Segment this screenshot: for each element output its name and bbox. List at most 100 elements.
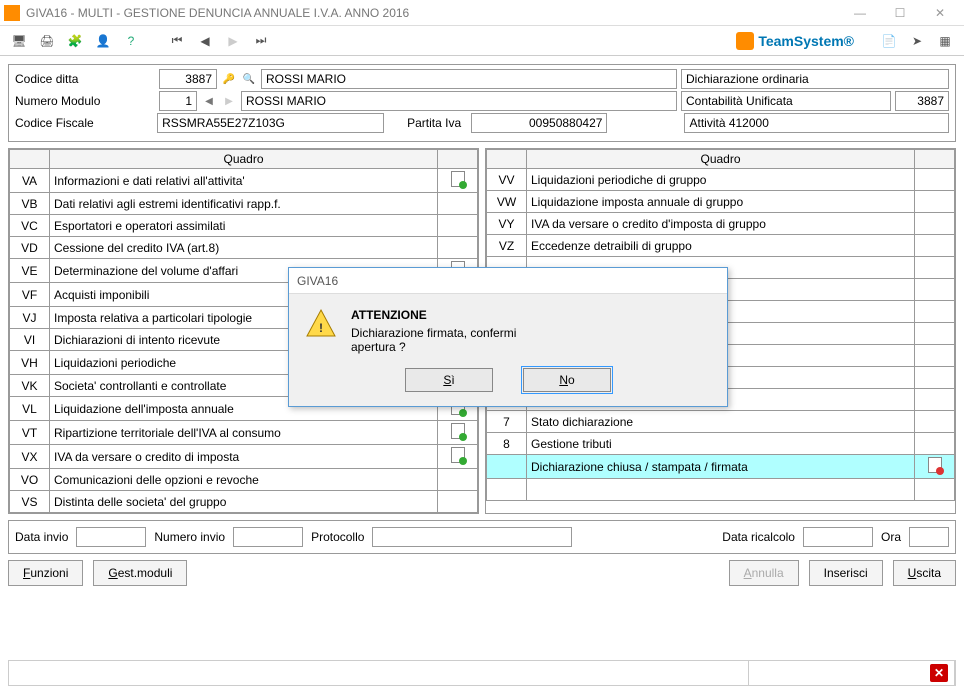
ora-field[interactable] [909,527,949,547]
row-icon-cell [915,279,955,301]
table-row[interactable]: VXIVA da versare o credito di imposta [10,445,478,469]
codice-ditta-field[interactable]: 3887 [159,69,217,89]
app-icon [4,5,20,21]
attention-dialog: GIVA16 ! ATTENZIONE Dichiarazione firmat… [288,267,728,407]
row-icon-cell [915,389,955,411]
row-icon-cell [915,479,955,501]
row-code: VO [10,469,50,491]
table-row[interactable] [487,479,955,501]
ora-label: Ora [881,530,901,544]
nav-prev-icon[interactable]: ◀ [194,30,216,52]
numero-invio-field[interactable] [233,527,303,547]
row-code: VD [10,237,50,259]
row-code: VS [10,491,50,513]
close-button[interactable]: ✕ [920,1,960,25]
monitor-icon[interactable]: 🖥 [8,30,30,52]
row-code: VW [487,191,527,213]
row-desc: Dichiarazione chiusa / stampata / firmat… [527,455,915,479]
row-desc: Liquidazioni periodiche di gruppo [527,169,915,191]
data-invio-field[interactable] [76,527,146,547]
status-error-icon[interactable]: ✕ [930,664,948,682]
help-icon[interactable]: ? [120,30,142,52]
table-row[interactable]: 8Gestione tributi [487,433,955,455]
row-desc: Dati relativi agli estremi identificativ… [50,193,438,215]
ragione-field: ROSSI MARIO [261,69,677,89]
table-row[interactable]: VWLiquidazione imposta annuale di gruppo [487,191,955,213]
key-icon[interactable]: 🔑 [221,71,237,87]
table-row[interactable]: VDCessione del credito IVA (art.8) [10,237,478,259]
row-code: VJ [10,307,50,329]
row-code: VB [10,193,50,215]
table-row[interactable]: VSDistinta delle societa' del gruppo [10,491,478,513]
misc-icon[interactable]: ▦ [934,30,956,52]
table-row[interactable]: VVLiquidazioni periodiche di gruppo [487,169,955,191]
protocollo-field[interactable] [372,527,572,547]
doc-icon[interactable]: 📄 [878,30,900,52]
nav-last-icon[interactable]: ⏭ [250,30,272,52]
row-desc [527,479,915,501]
row-icon-cell [438,193,478,215]
table-row[interactable]: 7Stato dichiarazione [487,411,955,433]
row-code [487,455,527,479]
row-desc: Informazioni e dati relativi all'attivit… [50,169,438,193]
partita-iva-field[interactable]: 00950880427 [471,113,607,133]
row-icon-cell [915,301,955,323]
maximize-button[interactable]: ☐ [880,1,920,25]
modulo-next-icon[interactable]: ▶ [221,93,237,109]
row-code: 7 [487,411,527,433]
funzioni-button[interactable]: FFunzioniunzioni [8,560,83,586]
inserisci-button[interactable]: Inserisci [809,560,883,586]
uscita-button[interactable]: Uscita [893,560,956,586]
codice-ditta-label: Codice ditta [15,72,155,86]
export-icon[interactable]: ➤ [906,30,928,52]
table-row[interactable]: VZEccedenze detraibili di gruppo [487,235,955,257]
search-icon[interactable]: 🔍 [241,71,257,87]
dialog-heading: ATTENZIONE [351,308,516,322]
attivita-field: Attività 412000 [684,113,949,133]
nav-next-icon[interactable]: ▶ [222,30,244,52]
row-code: VZ [487,235,527,257]
table-row[interactable]: VOComunicazioni delle opzioni e revoche [10,469,478,491]
numero-modulo-field[interactable]: 1 [159,91,197,111]
table-row[interactable]: VYIVA da versare o credito d'imposta di … [487,213,955,235]
dialog-line1: Dichiarazione firmata, confermi [351,326,516,340]
minimize-button[interactable]: — [840,1,880,25]
row-code: VA [10,169,50,193]
user-icon[interactable]: 👤 [92,30,114,52]
dialog-no-button[interactable]: No [523,368,611,392]
title-bar: GIVA16 - MULTI - GESTIONE DENUNCIA ANNUA… [0,0,964,26]
row-icon-cell [915,191,955,213]
header-panel: Codice ditta 3887 🔑 🔍 ROSSI MARIO Dichia… [8,64,956,142]
numero-invio-label: Numero invio [154,530,225,544]
nav-first-icon[interactable]: ⏮ [166,30,188,52]
gest-moduli-button[interactable]: Gest.moduli [93,560,187,586]
row-icon-cell [915,323,955,345]
row-icon-cell [438,169,478,193]
table-row[interactable]: VAInformazioni e dati relativi all'attiv… [10,169,478,193]
print-icon[interactable]: 🖨 [36,30,58,52]
codice-fiscale-field[interactable]: RSSMRA55E27Z103G [157,113,384,133]
protocollo-label: Protocollo [311,530,364,544]
modulo-prev-icon[interactable]: ◀ [201,93,217,109]
data-ricalcolo-label: Data ricalcolo [722,530,795,544]
table-row[interactable]: VBDati relativi agli estremi identificat… [10,193,478,215]
table-row[interactable]: VTRipartizione territoriale dell'IVA al … [10,421,478,445]
warning-icon: ! [305,308,337,340]
row-desc: Comunicazioni delle opzioni e revoche [50,469,438,491]
svg-text:!: ! [319,321,323,335]
table-row[interactable]: Dichiarazione chiusa / stampata / firmat… [487,455,955,479]
row-desc: IVA da versare o credito d'imposta di gr… [527,213,915,235]
row-code: VL [10,397,50,421]
dialog-title: GIVA16 [289,268,727,294]
row-code: VF [10,283,50,307]
table-row[interactable]: VCEsportatori e operatori assimilati [10,215,478,237]
row-code: VI [10,329,50,351]
dialog-yes-button[interactable]: Sì [405,368,493,392]
annulla-button[interactable]: Annulla [729,560,799,586]
data-ricalcolo-field[interactable] [803,527,873,547]
row-code: 8 [487,433,527,455]
row-icon-cell [915,411,955,433]
row-code: VE [10,259,50,283]
row-icon-cell [438,445,478,469]
puzzle-icon[interactable]: 🧩 [64,30,86,52]
